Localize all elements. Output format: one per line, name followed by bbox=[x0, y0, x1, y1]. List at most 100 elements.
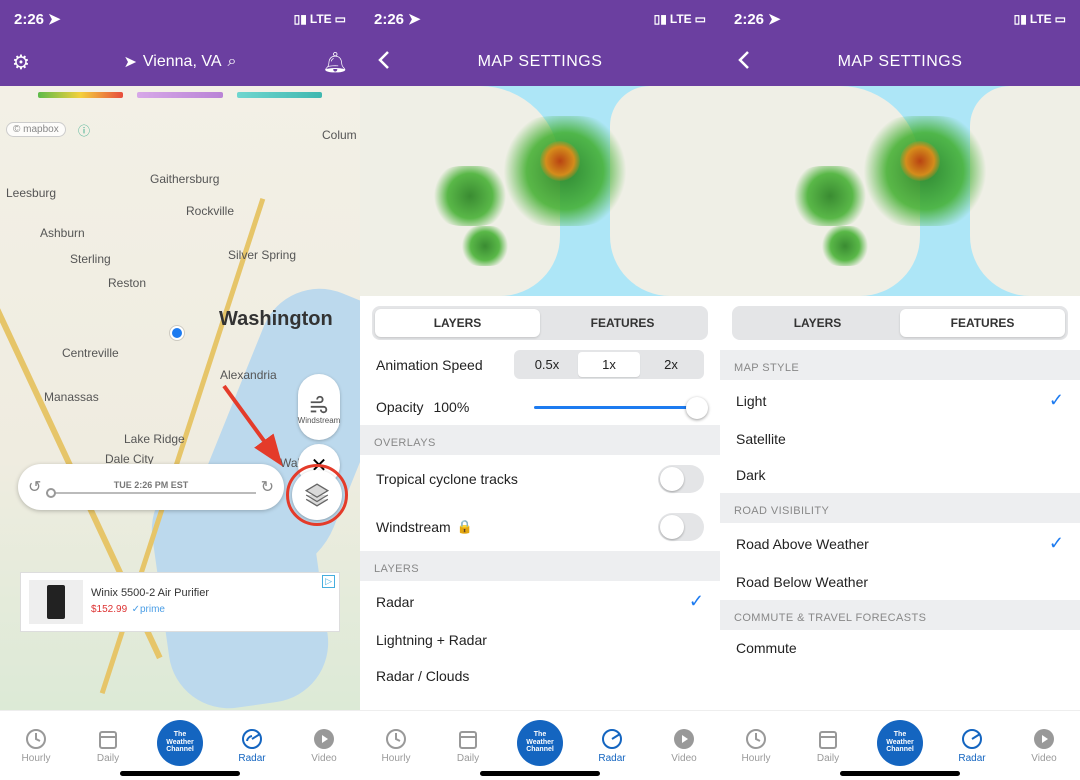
gear-icon[interactable]: ⚙ bbox=[12, 50, 30, 75]
windstream-button[interactable]: Windstream bbox=[298, 374, 340, 440]
twc-logo: TheWeatherChannel bbox=[877, 720, 923, 766]
city-label: Colum bbox=[322, 128, 357, 142]
nav-bar: MAP SETTINGS bbox=[720, 38, 1080, 86]
tab-twc[interactable]: TheWeatherChannel bbox=[144, 711, 216, 780]
switch-windstream[interactable] bbox=[658, 513, 704, 541]
timeline[interactable]: ↺ TUE 2:26 PM EST ↻ bbox=[18, 464, 284, 510]
row-tropical[interactable]: Tropical cyclone tracks bbox=[360, 455, 720, 503]
tab-radar[interactable]: Radar bbox=[576, 711, 648, 780]
opacity-slider[interactable] bbox=[534, 406, 704, 409]
bell-icon[interactable]: 🔔︎ bbox=[323, 50, 348, 75]
switch-tropical[interactable] bbox=[658, 465, 704, 493]
tab-radar[interactable]: Radar bbox=[216, 711, 288, 780]
seg-layers[interactable]: LAYERS bbox=[375, 309, 540, 337]
city-label: Leesburg bbox=[6, 186, 56, 200]
setting-label: Satellite bbox=[736, 431, 786, 447]
tab-video[interactable]: Video bbox=[288, 711, 360, 780]
tab-video[interactable]: Video bbox=[1008, 711, 1080, 780]
adchoices-icon[interactable]: ▷ bbox=[322, 575, 335, 588]
seg-features[interactable]: FEATURES bbox=[540, 309, 705, 337]
home-indicator[interactable] bbox=[840, 771, 960, 776]
setting-label: Opacity bbox=[376, 399, 423, 415]
row-commute[interactable]: Commute bbox=[720, 630, 1080, 658]
screen-main: 2:26➤ ▯▮LTE▭ ⚙ ➤ Vienna, VA ⌕ 🔔︎ bbox=[0, 0, 360, 780]
network-label: LTE bbox=[310, 12, 332, 26]
tab-twc[interactable]: TheWeatherChannel bbox=[504, 711, 576, 780]
home-indicator[interactable] bbox=[120, 771, 240, 776]
row-animation-speed: Animation Speed 0.5x 1x 2x bbox=[360, 340, 720, 389]
info-icon[interactable]: ⓘ bbox=[78, 122, 90, 139]
settings-body[interactable]: LAYERS FEATURES MAP STYLE Light ✓ Satell… bbox=[720, 296, 1080, 710]
layers-features-segment[interactable]: LAYERS FEATURES bbox=[732, 306, 1068, 340]
row-clouds[interactable]: Radar / Clouds bbox=[360, 658, 720, 686]
history-icon[interactable]: ↺ bbox=[28, 477, 41, 497]
tab-daily[interactable]: Daily bbox=[432, 711, 504, 780]
setting-label: Dark bbox=[736, 467, 766, 483]
battery-icon: ▭ bbox=[1055, 12, 1066, 26]
speed-2x[interactable]: 2x bbox=[640, 352, 702, 377]
home-indicator[interactable] bbox=[480, 771, 600, 776]
row-opacity: Opacity 100% bbox=[360, 389, 720, 425]
row-satellite[interactable]: Satellite bbox=[720, 421, 1080, 457]
row-lightning[interactable]: Lightning + Radar bbox=[360, 622, 720, 658]
city-label: Centreville bbox=[62, 346, 119, 360]
radar-preview[interactable] bbox=[720, 86, 1080, 296]
row-windstream[interactable]: Windstream 🔒 bbox=[360, 503, 720, 551]
future-icon[interactable]: ↻ bbox=[261, 477, 274, 497]
back-button[interactable] bbox=[732, 48, 756, 77]
location-button[interactable]: ➤ Vienna, VA ⌕ bbox=[124, 52, 237, 72]
seg-layers[interactable]: LAYERS bbox=[735, 309, 900, 337]
tab-hourly[interactable]: Hourly bbox=[720, 711, 792, 780]
row-road-below[interactable]: Road Below Weather bbox=[720, 564, 1080, 600]
timeline-thumb[interactable] bbox=[46, 488, 56, 498]
radar-icon bbox=[961, 728, 983, 750]
city-label: Gaithersburg bbox=[150, 172, 219, 186]
setting-label: Radar / Clouds bbox=[376, 668, 469, 684]
tab-label: Daily bbox=[97, 753, 119, 764]
tab-hourly[interactable]: Hourly bbox=[360, 711, 432, 780]
screen-features: 2:26➤ ▯▮LTE▭ MAP SETTINGS LAYERS FEATURE… bbox=[720, 0, 1080, 780]
speed-segment[interactable]: 0.5x 1x 2x bbox=[514, 350, 704, 379]
setting-label: Light bbox=[736, 393, 766, 409]
layers-features-segment[interactable]: LAYERS FEATURES bbox=[372, 306, 708, 340]
settings-body[interactable]: LAYERS FEATURES Animation Speed 0.5x 1x … bbox=[360, 296, 720, 710]
calendar-icon bbox=[97, 728, 119, 750]
tab-video[interactable]: Video bbox=[648, 711, 720, 780]
status-time: 2:26 bbox=[374, 11, 404, 28]
tab-radar[interactable]: Radar bbox=[936, 711, 1008, 780]
clock-icon bbox=[385, 728, 407, 750]
tab-hourly[interactable]: Hourly bbox=[0, 711, 72, 780]
tab-daily[interactable]: Daily bbox=[792, 711, 864, 780]
row-radar[interactable]: Radar ✓ bbox=[360, 581, 720, 622]
calendar-icon bbox=[817, 728, 839, 750]
seg-features[interactable]: FEATURES bbox=[900, 309, 1065, 337]
row-road-above[interactable]: Road Above Weather ✓ bbox=[720, 523, 1080, 564]
status-bar: 2:26➤ ▯▮LTE▭ bbox=[0, 0, 360, 38]
ad-banner[interactable]: Winix 5500-2 Air Purifier $152.99 ✓prime… bbox=[20, 572, 340, 632]
tab-twc[interactable]: TheWeatherChannel bbox=[864, 711, 936, 780]
row-dark[interactable]: Dark bbox=[720, 457, 1080, 493]
setting-label: Lightning + Radar bbox=[376, 632, 487, 648]
map[interactable]: © mapbox ⓘ Gaithersburg Rockville Silver… bbox=[0, 86, 360, 710]
city-label: Silver Spring bbox=[228, 248, 296, 262]
radar-preview[interactable] bbox=[360, 86, 720, 296]
nav-bar: ⚙ ➤ Vienna, VA ⌕ 🔔︎ bbox=[0, 38, 360, 86]
tab-daily[interactable]: Daily bbox=[72, 711, 144, 780]
speed-1x[interactable]: 1x bbox=[578, 352, 640, 377]
location-label: Vienna, VA bbox=[143, 53, 222, 71]
row-light[interactable]: Light ✓ bbox=[720, 380, 1080, 421]
clock-icon bbox=[745, 728, 767, 750]
speed-05x[interactable]: 0.5x bbox=[516, 352, 578, 377]
twc-logo: TheWeatherChannel bbox=[157, 720, 203, 766]
windstream-label: Windstream bbox=[298, 416, 341, 425]
opacity-value: 100% bbox=[433, 399, 469, 415]
layers-fab[interactable] bbox=[292, 470, 342, 520]
tab-label: Hourly bbox=[742, 753, 771, 764]
section-layers: LAYERS bbox=[360, 551, 720, 581]
tab-label: Radar bbox=[598, 753, 625, 764]
setting-label: Tropical cyclone tracks bbox=[376, 471, 518, 487]
setting-label: Radar bbox=[376, 594, 414, 610]
timeline-track[interactable] bbox=[46, 492, 256, 494]
status-time: 2:26 bbox=[734, 11, 764, 28]
back-button[interactable] bbox=[372, 48, 396, 77]
